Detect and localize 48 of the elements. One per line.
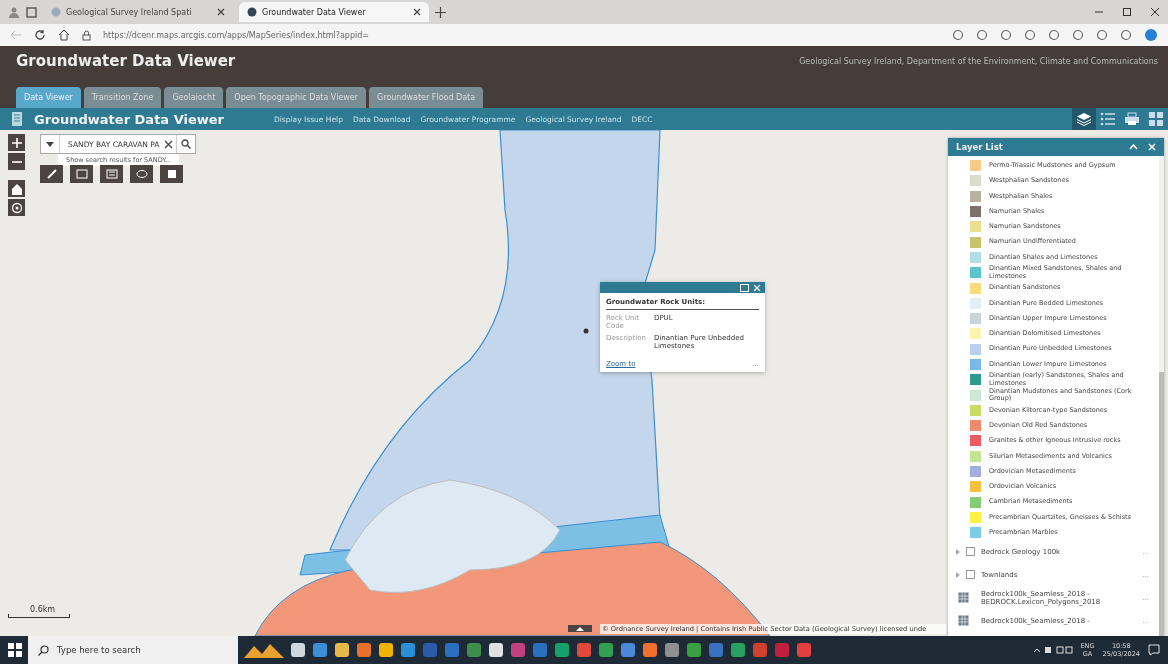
close-tab-icon[interactable]: [413, 8, 421, 16]
app-icon[interactable]: [642, 642, 658, 658]
scale-label: 0.6km: [29, 605, 57, 614]
bookmark-tool-button[interactable]: [160, 165, 183, 183]
notifications-icon[interactable]: [1148, 644, 1160, 656]
panel-title: Layer List: [956, 142, 1004, 152]
app-icon[interactable]: [378, 642, 394, 658]
site-icon: [247, 7, 257, 17]
app-icon[interactable]: [488, 642, 504, 658]
taskbar-search-field[interactable]: Type here to search: [28, 636, 238, 664]
close-tab-icon[interactable]: [217, 8, 225, 16]
tab-actions-icon[interactable]: [26, 6, 37, 18]
tray-icon[interactable]: [1032, 645, 1073, 655]
site-icon: [51, 7, 61, 17]
new-tab-icon[interactable]: [435, 6, 446, 18]
scale-bar: [8, 614, 70, 618]
app-icon[interactable]: [356, 642, 372, 658]
app-bar-title: Groundwater Data Viewer: [34, 111, 224, 127]
close-icon[interactable]: [1150, 7, 1160, 17]
measure-tool-button[interactable]: [100, 165, 123, 183]
browser-tab[interactable]: Geological Survey Ireland Spati: [43, 2, 233, 22]
app-icon[interactable]: [334, 642, 350, 658]
app-title: Groundwater Data Viewer: [16, 52, 236, 70]
ellipse-icon[interactable]: [135, 169, 148, 179]
table-icon: [958, 592, 969, 604]
draw-tool-button[interactable]: [40, 165, 63, 183]
search-icon[interactable]: [38, 644, 49, 656]
collapse-icon[interactable]: [1129, 144, 1138, 150]
pencil-icon[interactable]: [45, 168, 58, 180]
basemap-tool-button[interactable]: [130, 165, 153, 183]
layer-checkbox[interactable]: [966, 547, 975, 557]
start-icon[interactable]: [8, 643, 22, 657]
maximize-icon[interactable]: [1122, 7, 1132, 17]
app-icon[interactable]: [290, 642, 306, 658]
organization-name: Geological Survey Ireland, Department of the Environment, Climate and Communications: [799, 56, 1158, 66]
lock-icon: [82, 29, 91, 41]
list-icon[interactable]: [105, 169, 118, 179]
home-icon[interactable]: [58, 29, 70, 41]
app-icon[interactable]: [664, 642, 680, 658]
table-tool-button[interactable]: [70, 165, 93, 183]
layers-icon[interactable]: [1072, 108, 1096, 130]
frame-icon[interactable]: [75, 169, 88, 179]
refresh-icon[interactable]: [34, 29, 46, 41]
table-icon: [958, 615, 969, 627]
layer-checkbox[interactable]: [966, 570, 975, 580]
browser-tab[interactable]: Groundwater Data Viewer: [239, 2, 429, 22]
square-icon[interactable]: [166, 169, 177, 179]
collapse-handle[interactable]: [568, 625, 592, 632]
